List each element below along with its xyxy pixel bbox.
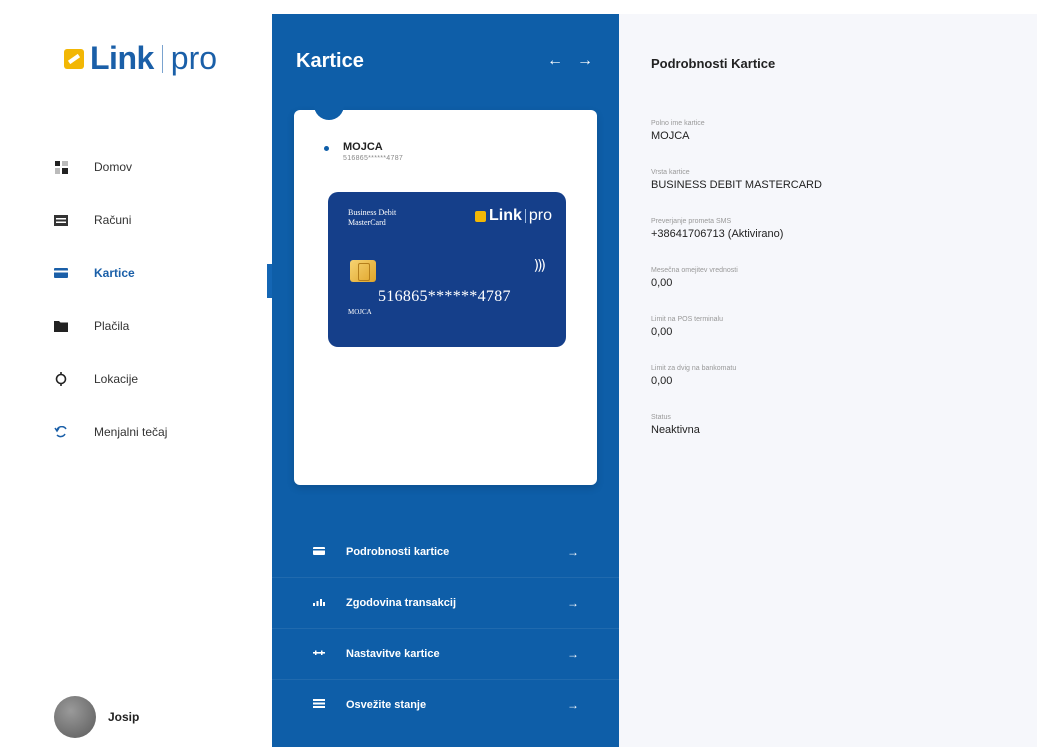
sidebar-item-label: Lokacije	[94, 372, 139, 386]
sidebar-item-placila[interactable]: Plačila	[0, 313, 272, 339]
arrow-right-icon[interactable]: →	[577, 52, 593, 70]
logo-divider	[161, 44, 163, 73]
transactions-icon	[312, 597, 326, 609]
logo[interactable]: Link pro	[64, 40, 217, 77]
field-value: 0,00	[651, 375, 673, 387]
detail-field-card-type: Vrsta kartice BUSINESS DEBIT MASTERCARD	[651, 169, 1011, 218]
accounts-icon	[54, 213, 68, 227]
detail-field-atm-limit: Limit za dvig na bankomatu 0,00	[651, 365, 1011, 414]
sidebar-nav: Domov Računi Kartice Plačila Lokacije Me…	[0, 154, 272, 472]
cards-panel: Kartice ← → MOJCA 516865******4787 Busin…	[272, 14, 619, 747]
contactless-icon: )))	[533, 258, 546, 274]
menu-item-label: Podrobnosti kartice	[346, 545, 450, 558]
card-name: MOJCA	[343, 141, 383, 153]
user-name: Josip	[108, 710, 140, 724]
field-label: Mesečna omejitev vrednosti	[651, 267, 738, 274]
card-logo-word: Link	[488, 207, 522, 224]
card-type: Business Debit MasterCard	[348, 208, 397, 227]
field-label: Limit za dvig na bankomatu	[651, 365, 737, 372]
avatar[interactable]	[54, 696, 96, 738]
sidebar-item-racuni[interactable]: Računi	[0, 207, 272, 233]
card-selector[interactable]: MOJCA 516865******4787	[324, 141, 403, 162]
card-notch	[314, 100, 344, 120]
app: Link pro Domov Računi Kartice Plačila Lo…	[0, 0, 1037, 747]
field-value: MOJCA	[651, 130, 690, 142]
field-label: Status	[651, 414, 671, 421]
card-masked-number: 516865******4787	[343, 155, 404, 162]
sidebar-item-label: Kartice	[94, 266, 135, 280]
sidebar-item-label: Računi	[94, 213, 132, 227]
sidebar-item-label: Menjalni tečaj	[94, 425, 168, 439]
sidebar-item-menjalni-tecaj[interactable]: Menjalni tečaj	[0, 419, 272, 445]
card-selector-text: MOJCA 516865******4787	[343, 141, 403, 162]
sidebar-item-lokacije[interactable]: Lokacije	[0, 366, 272, 392]
card-navigation: ← →	[547, 52, 593, 70]
dashboard-icon	[54, 160, 68, 174]
arrow-right-icon: →	[567, 698, 579, 712]
arrow-right-icon: →	[567, 596, 579, 610]
details-title: Podrobnosti Kartice	[651, 56, 776, 71]
status-value: Neaktivna	[651, 424, 700, 436]
logo-word: Link	[90, 40, 154, 76]
detail-field-sms: Preverjanje prometa SMS +38641706713 (Ak…	[651, 218, 1011, 267]
arrow-right-icon: →	[567, 544, 579, 559]
page-title: Kartice	[296, 50, 364, 72]
exchange-icon	[54, 425, 68, 439]
settings-icon	[312, 648, 326, 660]
card-logo-suffix: pro	[528, 207, 552, 224]
arrow-left-icon[interactable]: ←	[547, 52, 563, 70]
menu-item-label: Zgodovina transakcij	[346, 597, 457, 609]
menu-item-card-details[interactable]: Podrobnosti kartice →	[272, 526, 619, 577]
location-icon	[54, 372, 68, 386]
card-details-panel: Podrobnosti Kartice Polno ime kartice MO…	[619, 14, 1037, 747]
menu-item-label: Nastavitve kartice	[346, 648, 440, 660]
field-label: Polno ime kartice	[651, 120, 705, 127]
card-container: MOJCA 516865******4787 Business Debit Ma…	[294, 100, 597, 485]
card-logo-divider	[524, 209, 526, 223]
field-value: BUSINESS DEBIT MASTERCARD	[651, 179, 822, 191]
logo-suffix: pro	[170, 40, 218, 76]
card-number: 516865******4787	[378, 288, 511, 305]
sidebar: Link pro Domov Računi Kartice Plačila Lo…	[0, 0, 272, 747]
menu-item-refresh-balance[interactable]: Osvežite stanje →	[272, 679, 619, 730]
detail-field-full-name: Polno ime kartice MOJCA	[651, 120, 1011, 169]
field-value: +38641706713 (Aktivirano)	[651, 228, 784, 240]
balance-icon	[312, 699, 326, 711]
detail-field-pos-limit: Limit na POS terminalu 0,00	[651, 316, 1011, 365]
user-profile[interactable]: Josip	[54, 696, 139, 738]
details-fields: Polno ime kartice MOJCA Vrsta kartice BU…	[651, 120, 1011, 463]
sidebar-item-label: Plačila	[94, 319, 130, 333]
card-menu: Podrobnosti kartice → Zgodovina transakc…	[272, 526, 619, 730]
menu-item-label: Osvežite stanje	[346, 699, 427, 711]
bank-card[interactable]: Business Debit MasterCard Link pro ))) 5…	[328, 192, 566, 347]
card-holder: MOJCA	[348, 308, 372, 316]
folder-icon	[54, 319, 68, 333]
field-value: 0,00	[651, 326, 673, 338]
field-label: Preverjanje prometa SMS	[651, 218, 732, 225]
menu-item-card-settings[interactable]: Nastavitve kartice →	[272, 628, 619, 679]
selected-dot-icon	[324, 146, 329, 151]
chip-icon	[350, 260, 376, 282]
card-icon	[312, 546, 326, 558]
card-icon	[54, 266, 68, 280]
card-logo-mark-icon	[474, 210, 486, 222]
detail-field-status: Status Neaktivna	[651, 414, 1011, 463]
sidebar-item-domov[interactable]: Domov	[0, 154, 272, 180]
field-label: Vrsta kartice	[651, 169, 690, 176]
card-logo: Link pro	[474, 207, 552, 225]
sidebar-item-label: Domov	[94, 160, 133, 174]
sidebar-item-kartice[interactable]: Kartice	[0, 260, 272, 286]
detail-field-monthly-limit: Mesečna omejitev vrednosti 0,00	[651, 267, 1011, 316]
menu-item-transactions[interactable]: Zgodovina transakcij →	[272, 577, 619, 628]
field-value: 0,00	[651, 277, 673, 289]
logo-mark-icon	[64, 48, 84, 69]
field-label: Limit na POS terminalu	[651, 316, 723, 323]
arrow-right-icon: →	[567, 647, 579, 661]
